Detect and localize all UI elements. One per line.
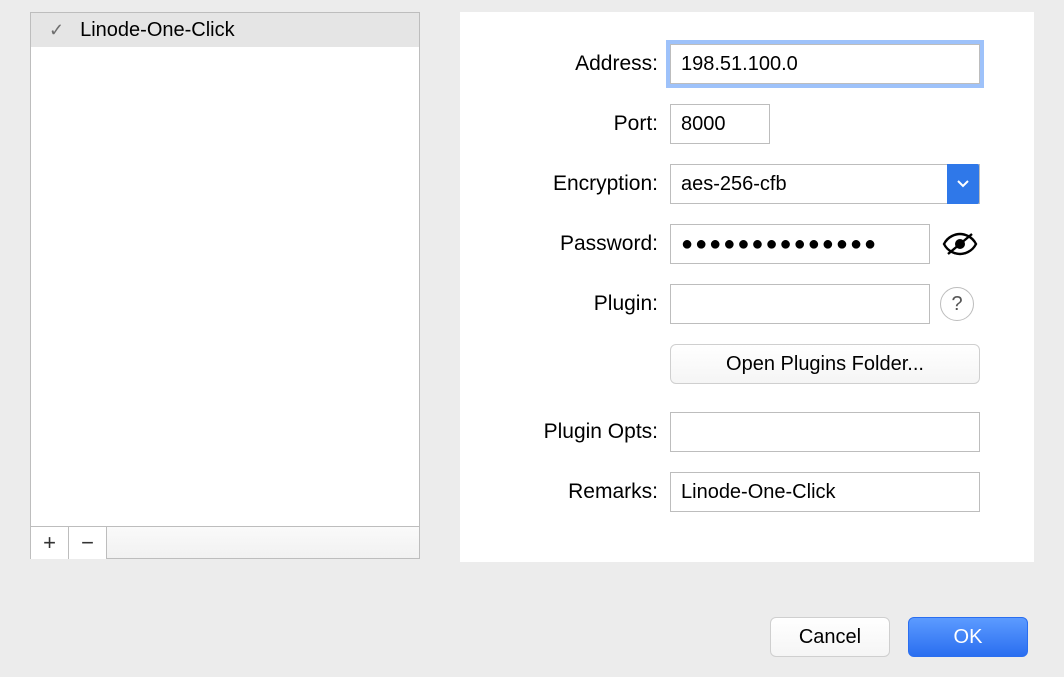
form-pane: Address: Port: Encryption: aes-256-cfb [460,12,1034,562]
password-label: Password: [460,232,670,256]
remarks-label: Remarks: [460,480,670,504]
password-input[interactable] [670,224,930,264]
cancel-button[interactable]: Cancel [770,617,890,657]
encryption-value: aes-256-cfb [681,173,787,196]
toggle-password-visibility[interactable] [940,224,980,264]
server-list[interactable]: ✓ Linode-One-Click [30,12,420,527]
plugin-opts-input[interactable] [670,412,980,452]
question-icon: ? [951,293,962,316]
eye-slash-icon [942,229,978,259]
list-footer: + − [30,527,420,559]
ok-button[interactable]: OK [908,617,1028,657]
row-open-plugins: Open Plugins Folder... [460,344,1004,384]
dialog-buttons: Cancel OK [770,617,1028,657]
remarks-input[interactable] [670,472,980,512]
plus-icon: + [43,532,56,554]
row-remarks: Remarks: [460,472,1004,512]
server-list-item-label: Linode-One-Click [80,19,235,42]
row-password: Password: [460,224,1004,264]
row-port: Port: [460,104,1004,144]
encryption-label: Encryption: [460,172,670,196]
row-address: Address: [460,44,1004,84]
plugin-input[interactable] [670,284,930,324]
open-plugins-folder-button[interactable]: Open Plugins Folder... [670,344,980,384]
server-list-item[interactable]: ✓ Linode-One-Click [31,13,419,47]
row-encryption: Encryption: aes-256-cfb [460,164,1004,204]
server-list-pane: ✓ Linode-One-Click + − [30,12,420,562]
content-area: ✓ Linode-One-Click + − Address: [0,0,1064,562]
plugin-opts-label: Plugin Opts: [460,420,670,444]
address-label: Address: [460,52,670,76]
address-input[interactable] [670,44,980,84]
encryption-select[interactable]: aes-256-cfb [670,164,980,204]
port-label: Port: [460,112,670,136]
port-input[interactable] [670,104,770,144]
row-plugin-opts: Plugin Opts: [460,412,1004,452]
row-plugin: Plugin: ? [460,284,1004,324]
plugin-label: Plugin: [460,292,670,316]
minus-icon: − [81,532,94,554]
remove-button[interactable]: − [69,527,107,559]
add-button[interactable]: + [31,527,69,559]
plugin-help-button[interactable]: ? [940,287,974,321]
checkmark-icon: ✓ [49,20,64,41]
preferences-window: ✓ Linode-One-Click + − Address: [0,0,1064,677]
chevron-down-icon [947,164,979,204]
